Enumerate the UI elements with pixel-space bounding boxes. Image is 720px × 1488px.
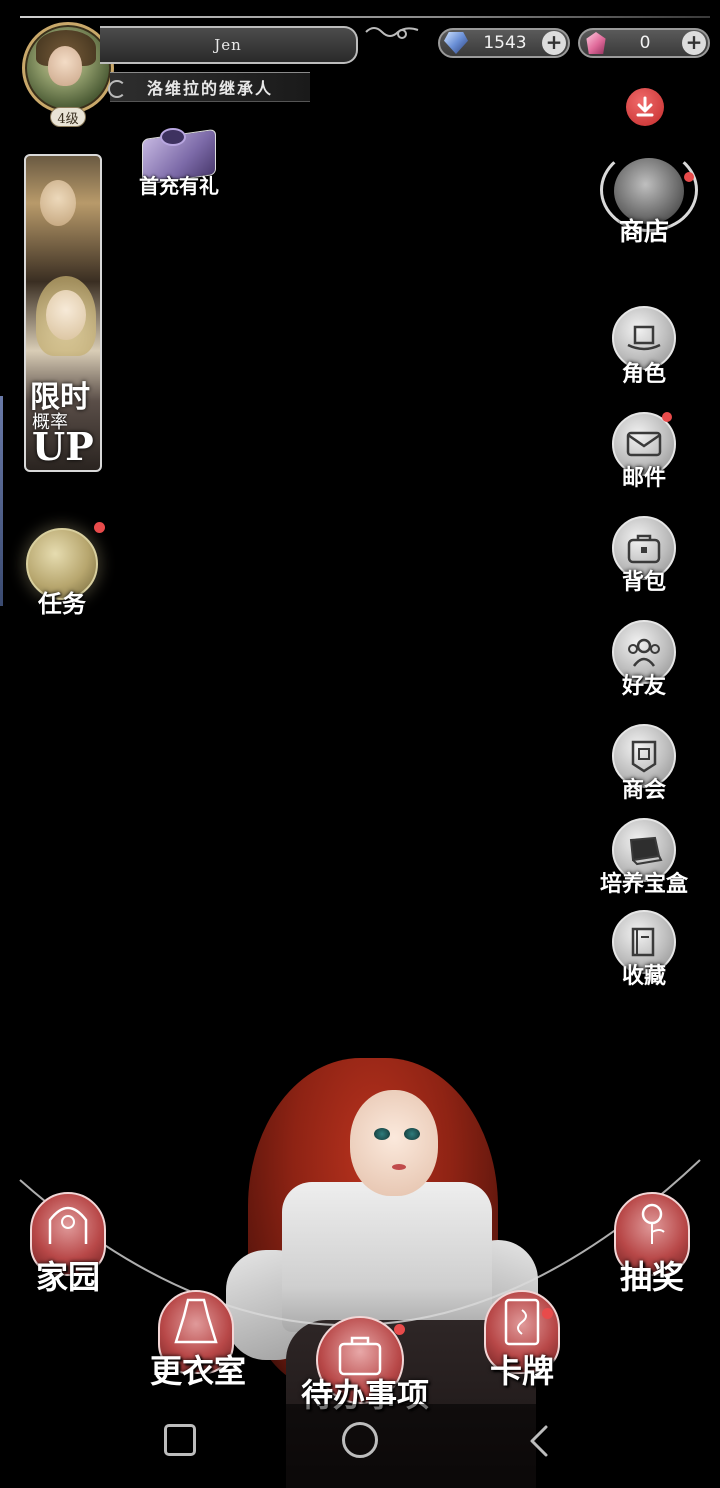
treasure-box-icon — [629, 836, 663, 866]
home-label: 家园 — [35, 1258, 100, 1296]
currency-blue-crystal: 1543 + — [438, 28, 570, 58]
player-name[interactable]: Jen — [100, 26, 358, 64]
mail-notify-dot — [662, 412, 672, 422]
gift-bow-icon — [160, 128, 186, 146]
bag-icon — [627, 534, 661, 564]
cards-label: 卡牌 — [489, 1352, 554, 1390]
first-recharge-label: 首充有礼 — [139, 174, 219, 198]
back-button[interactable] — [524, 1424, 556, 1458]
tarot-card-icon — [504, 1298, 540, 1346]
download-button[interactable] — [626, 88, 664, 126]
character-label: 角色 — [621, 361, 666, 387]
currency-pink-crystal: 0 + — [578, 28, 710, 58]
friends-icon — [628, 638, 660, 667]
collection-label: 收藏 — [621, 963, 666, 989]
friends-label: 好友 — [621, 673, 666, 699]
book-icon — [631, 927, 655, 957]
envelope-icon — [626, 431, 662, 457]
banner-up-text: UP — [32, 424, 94, 469]
banner-character-2 — [46, 290, 86, 340]
cards-notify-dot — [542, 1308, 553, 1319]
top-hat-icon — [627, 325, 661, 351]
level-badge: 4级 — [50, 107, 86, 127]
ornament-curl — [108, 80, 126, 98]
cathedral-icon — [48, 1206, 88, 1244]
banner-icon — [631, 740, 657, 773]
currency-value: 0 — [639, 33, 651, 53]
banner-character-1 — [40, 180, 76, 226]
add-pink-crystal-button[interactable]: + — [682, 31, 706, 55]
blue-crystal-icon — [444, 32, 468, 54]
pink-crystal-icon — [586, 32, 606, 54]
shop-notify-dot — [684, 172, 694, 182]
wardrobe-label: 更衣室 — [149, 1352, 246, 1390]
gacha-label: 抽奖 — [619, 1258, 684, 1296]
download-icon — [636, 96, 654, 117]
add-blue-crystal-button[interactable]: + — [542, 31, 566, 55]
bag-label: 背包 — [621, 569, 666, 595]
currency-value: 1543 — [483, 33, 527, 53]
top-bar-line — [20, 16, 710, 18]
left-edge-tab[interactable] — [0, 396, 3, 606]
shop-label: 商店 — [618, 217, 669, 246]
recent-apps-button[interactable] — [164, 1424, 196, 1456]
ornament-scroll-icon — [365, 27, 419, 39]
home-system-button[interactable] — [342, 1422, 378, 1458]
rose-icon — [641, 1203, 665, 1244]
player-title[interactable]: 洛维拉的继承人 — [110, 72, 310, 102]
guild-label: 商会 — [621, 777, 666, 803]
todo-notify-dot — [394, 1324, 405, 1335]
mail-label: 邮件 — [621, 465, 666, 491]
dress-icon — [174, 1298, 218, 1344]
quest-label: 任务 — [38, 589, 86, 618]
quest-notify-dot — [94, 522, 105, 533]
training-box-label: 培养宝盒 — [599, 871, 688, 897]
avatar-face — [48, 46, 82, 86]
